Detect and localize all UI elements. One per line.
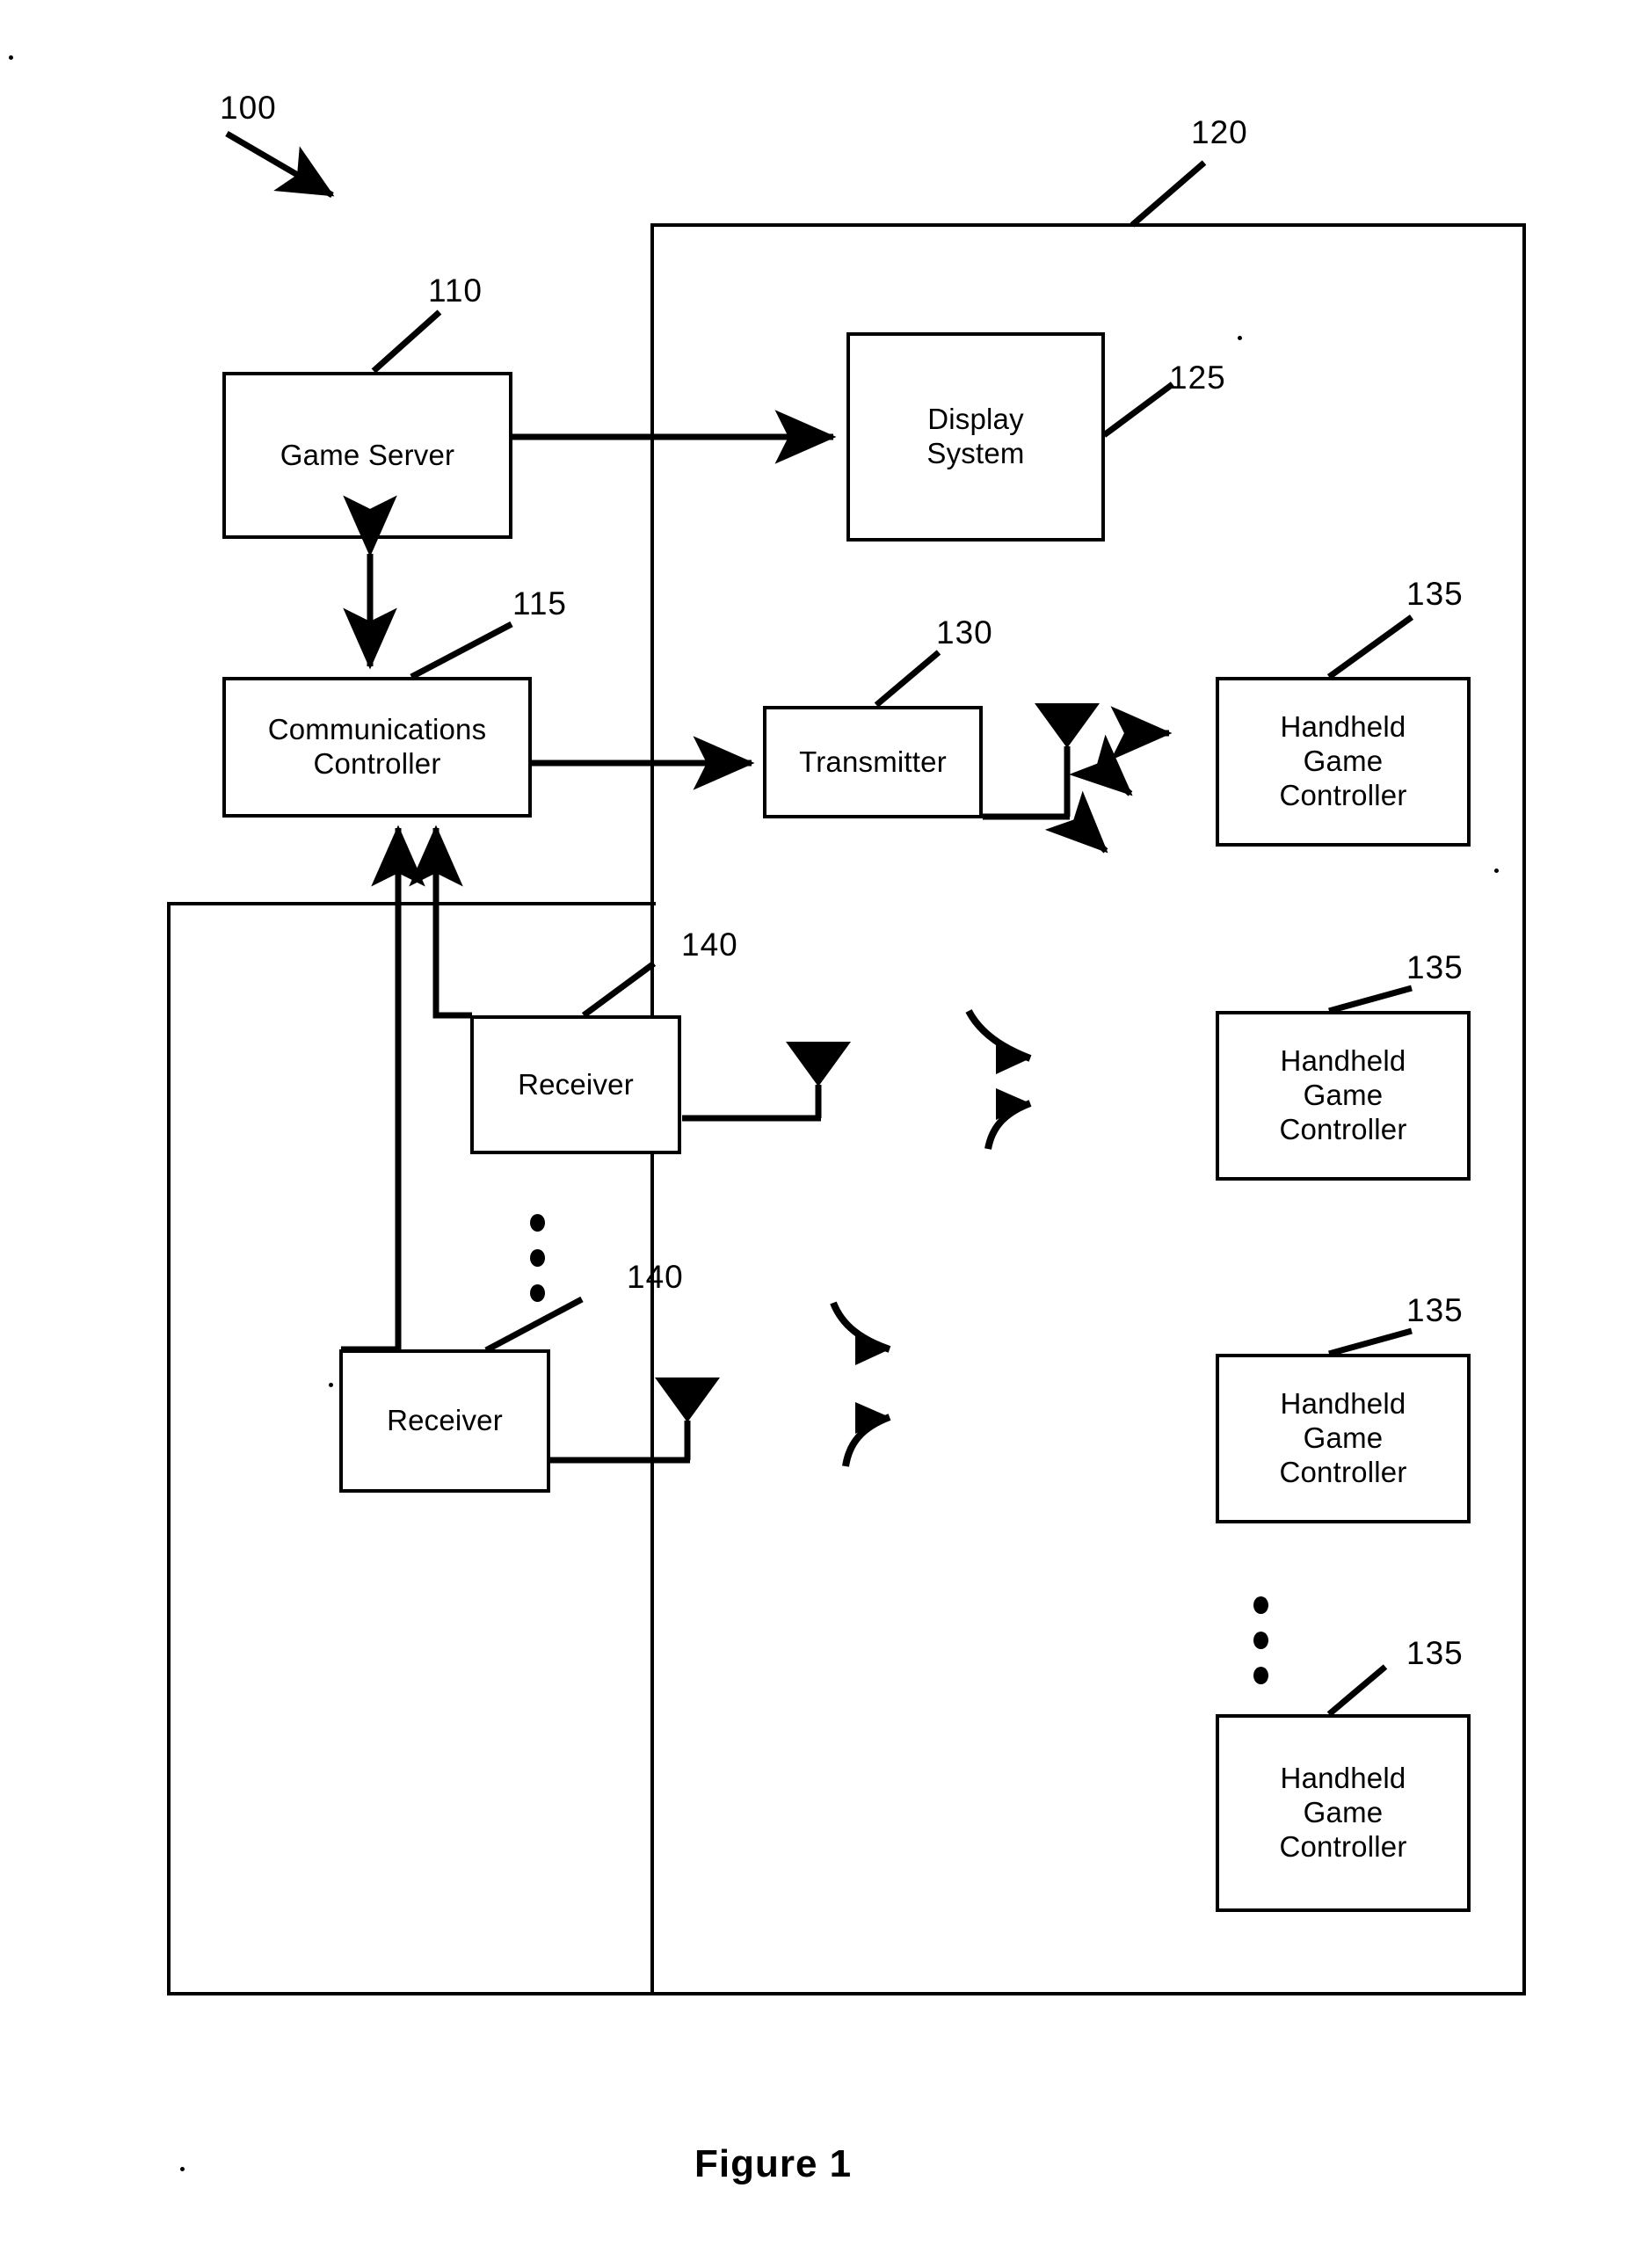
- handheld-4-line2: Game: [1303, 1796, 1384, 1829]
- ref-label-135-3: 135: [1406, 1292, 1464, 1328]
- block-communications-controller-label-line1: Communications: [267, 713, 487, 746]
- handheld-1-line3: Controller: [1279, 778, 1407, 811]
- block-receiver-2-label: Receiver: [387, 1404, 503, 1437]
- handheld-4-line3: Controller: [1279, 1829, 1407, 1863]
- figure-caption: Figure 1: [694, 2142, 853, 2185]
- handheld-2-line1: Handheld: [1280, 1044, 1406, 1078]
- handheld-3-line2: Game: [1303, 1421, 1384, 1455]
- patent-figure-page: 100 120 110 Game Server 125 Display Syst…: [0, 0, 1649, 2268]
- block-handheld-game-controller-3[interactable]: Handheld Game Controller: [1216, 1354, 1471, 1523]
- ref-label-135-1: 135: [1406, 576, 1464, 612]
- leader-line-110: [371, 309, 442, 374]
- leader-arrow-100: [225, 130, 335, 199]
- block-display-system[interactable]: Display System: [846, 332, 1105, 542]
- block-receiver-1-label: Receiver: [518, 1067, 634, 1101]
- block-transmitter-label: Transmitter: [799, 745, 947, 778]
- scan-speck-5: [180, 2167, 185, 2171]
- block-display-system-label-line2: System: [926, 437, 1025, 469]
- handheld-1-line1: Handheld: [1280, 710, 1406, 744]
- controller-ellipsis-dot-3: [1253, 1667, 1268, 1684]
- block-handheld-game-controller-2[interactable]: Handheld Game Controller: [1216, 1011, 1471, 1181]
- receiver-ellipsis-dot-2: [530, 1249, 545, 1267]
- block-handheld-game-controller-4[interactable]: Handheld Game Controller: [1216, 1714, 1471, 1912]
- receiver-ellipsis-dot-3: [530, 1284, 545, 1302]
- scan-speck-1: [9, 55, 13, 60]
- block-transmitter[interactable]: Transmitter: [763, 706, 983, 818]
- ref-label-140-1: 140: [681, 927, 738, 963]
- handheld-4-line1: Handheld: [1280, 1762, 1406, 1795]
- block-handheld-game-controller-1[interactable]: Handheld Game Controller: [1216, 677, 1471, 847]
- controller-ellipsis-dot-2: [1253, 1632, 1268, 1649]
- handheld-2-line3: Controller: [1279, 1112, 1407, 1145]
- leader-line-115: [410, 621, 513, 680]
- block-receiver-1[interactable]: Receiver: [470, 1015, 681, 1154]
- ref-label-125: 125: [1169, 360, 1226, 396]
- handheld-2-line2: Game: [1303, 1079, 1384, 1112]
- leader-line-120: [1130, 160, 1207, 228]
- block-display-system-label-line1: Display: [927, 403, 1024, 436]
- block-communications-controller-label-line2: Controller: [313, 747, 441, 780]
- handheld-1-line2: Game: [1303, 745, 1384, 778]
- block-communications-controller[interactable]: Communications Controller: [222, 677, 532, 818]
- scan-speck-4: [329, 1383, 333, 1387]
- ref-label-100: 100: [220, 90, 277, 126]
- ref-label-130: 130: [936, 614, 993, 651]
- ref-label-115: 115: [512, 585, 567, 622]
- ref-label-135-2: 135: [1406, 949, 1464, 985]
- ref-label-140-2: 140: [627, 1259, 684, 1295]
- scan-speck-2: [1238, 336, 1242, 340]
- block-game-server[interactable]: Game Server: [222, 372, 512, 539]
- ref-label-135-4: 135: [1406, 1635, 1464, 1671]
- scan-speck-3: [1494, 869, 1499, 873]
- handheld-3-line1: Handheld: [1280, 1387, 1406, 1421]
- controller-ellipsis-dot-1: [1253, 1596, 1268, 1614]
- block-game-server-label: Game Server: [280, 438, 455, 471]
- ref-label-110: 110: [428, 273, 483, 309]
- ref-label-120: 120: [1191, 114, 1248, 150]
- receiver-ellipsis-dot-1: [530, 1214, 545, 1232]
- handheld-3-line3: Controller: [1279, 1455, 1407, 1488]
- block-receiver-2[interactable]: Receiver: [339, 1349, 550, 1493]
